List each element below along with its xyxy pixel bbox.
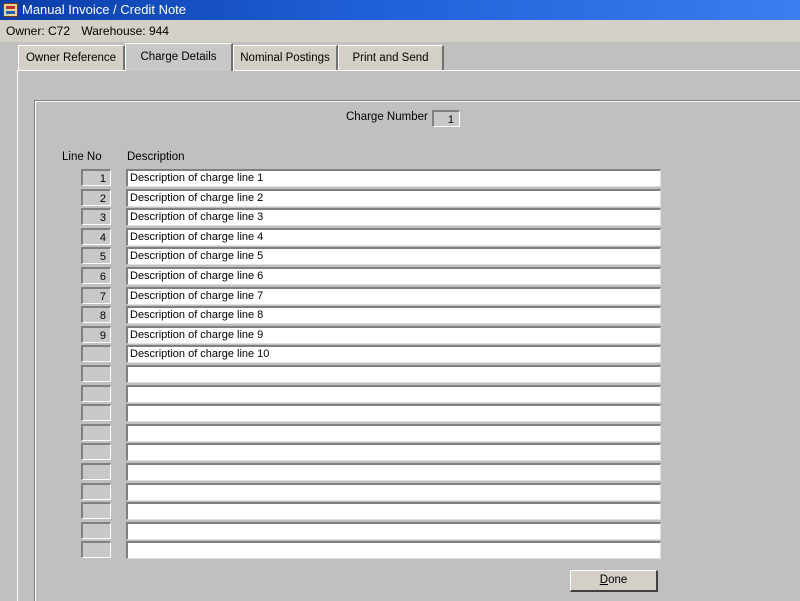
description-field[interactable] <box>126 423 661 442</box>
owner-bar: Owner: C72 Warehouse: 944 <box>0 20 800 42</box>
app-icon[interactable] <box>3 3 18 17</box>
tab-label: Charge Details <box>140 51 217 63</box>
description-field[interactable]: Description of charge line 7 <box>126 286 661 305</box>
description-field[interactable]: Description of charge line 6 <box>126 267 661 285</box>
line-no-field[interactable]: 5 <box>81 247 111 265</box>
description-header: Description <box>127 151 185 163</box>
line-no-field[interactable] <box>81 423 111 441</box>
tab-owner-reference[interactable]: Owner Reference <box>18 45 125 70</box>
line-no-field[interactable] <box>81 365 111 382</box>
line-no-field[interactable]: 7 <box>81 286 111 304</box>
description-field[interactable]: Description of charge line 5 <box>126 247 661 266</box>
line-no-field[interactable] <box>81 384 111 402</box>
tab-charge-details[interactable]: Charge Details <box>125 43 233 71</box>
description-field[interactable]: Description of charge line 10 <box>126 345 661 364</box>
charge-number-field[interactable]: 1 <box>432 110 460 127</box>
description-field[interactable] <box>126 404 661 423</box>
done-button[interactable]: Done <box>570 570 658 592</box>
line-no-field[interactable]: 4 <box>81 227 111 245</box>
description-field[interactable] <box>126 541 661 560</box>
done-label: one <box>608 574 628 586</box>
description-field[interactable] <box>126 521 661 540</box>
line-no-field[interactable]: 1 <box>81 169 111 186</box>
line-no-field[interactable]: 6 <box>81 267 111 284</box>
description-field[interactable] <box>126 384 661 403</box>
tab-label: Nominal Postings <box>240 52 330 64</box>
description-field[interactable]: Description of charge line 4 <box>126 227 661 246</box>
tab-print-and-send[interactable]: Print and Send <box>338 45 444 70</box>
line-no-field[interactable] <box>81 443 111 461</box>
tab-label: Owner Reference <box>25 52 117 64</box>
description-field[interactable]: Description of charge line 8 <box>126 306 661 325</box>
line-no-field[interactable] <box>81 502 111 520</box>
description-field[interactable]: Description of charge line 1 <box>126 169 661 187</box>
charge-number-label: Charge Number <box>346 111 428 123</box>
line-no-header: Line No <box>62 151 102 163</box>
title-bar: Manual Invoice / Credit Note <box>0 0 800 20</box>
description-field[interactable] <box>126 463 661 481</box>
line-no-field[interactable]: 9 <box>81 325 111 343</box>
line-no-field[interactable]: 8 <box>81 306 111 324</box>
warehouse-label: Warehouse: 944 <box>81 24 169 38</box>
line-no-field[interactable]: 2 <box>81 188 111 206</box>
description-field[interactable]: Description of charge line 3 <box>126 208 661 227</box>
line-no-field[interactable] <box>81 463 111 480</box>
line-no-field[interactable] <box>81 404 111 422</box>
line-no-field[interactable] <box>81 541 111 559</box>
line-no-field[interactable] <box>81 482 111 500</box>
line-no-field[interactable]: 3 <box>81 208 111 226</box>
description-field[interactable] <box>126 482 661 501</box>
tab-nominal-postings[interactable]: Nominal Postings <box>233 45 338 70</box>
owner-label: Owner: C72 <box>6 24 71 38</box>
description-field[interactable]: Description of charge line 2 <box>126 188 661 207</box>
tab-label: Print and Send <box>352 52 429 64</box>
line-no-field[interactable] <box>81 521 111 539</box>
description-field[interactable] <box>126 443 661 462</box>
line-no-field[interactable] <box>81 345 111 363</box>
description-field[interactable]: Description of charge line 9 <box>126 325 661 344</box>
window-title: Manual Invoice / Credit Note <box>22 2 187 17</box>
description-field[interactable] <box>126 365 661 383</box>
done-mnemonic: D <box>599 574 609 586</box>
description-field[interactable] <box>126 502 661 521</box>
